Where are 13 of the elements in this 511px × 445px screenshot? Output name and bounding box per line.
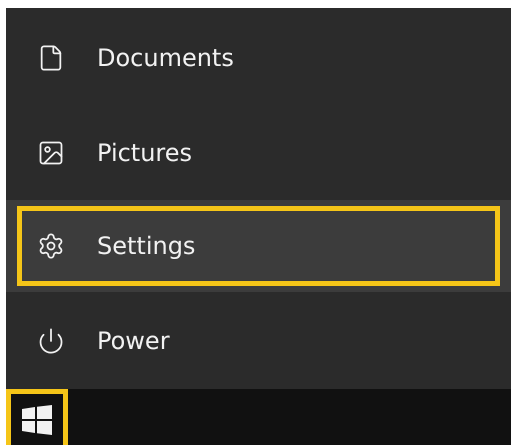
picture-icon — [37, 138, 65, 166]
windows-logo-icon — [22, 404, 52, 434]
menu-item-label: Pictures — [97, 138, 192, 166]
menu-item-label: Settings — [97, 232, 196, 260]
menu-item-row[interactable]: Pictures — [6, 105, 511, 200]
menu-item-row[interactable]: Power — [6, 292, 511, 389]
menu-item-row[interactable]: Documents — [6, 10, 511, 105]
menu-item-row[interactable]: Settings — [6, 200, 511, 292]
settings-icon — [37, 232, 65, 260]
menu-item-label: Power — [97, 326, 170, 354]
start-button[interactable] — [6, 389, 68, 445]
menu-item-label: Documents — [97, 44, 234, 72]
power-icon — [37, 326, 65, 354]
